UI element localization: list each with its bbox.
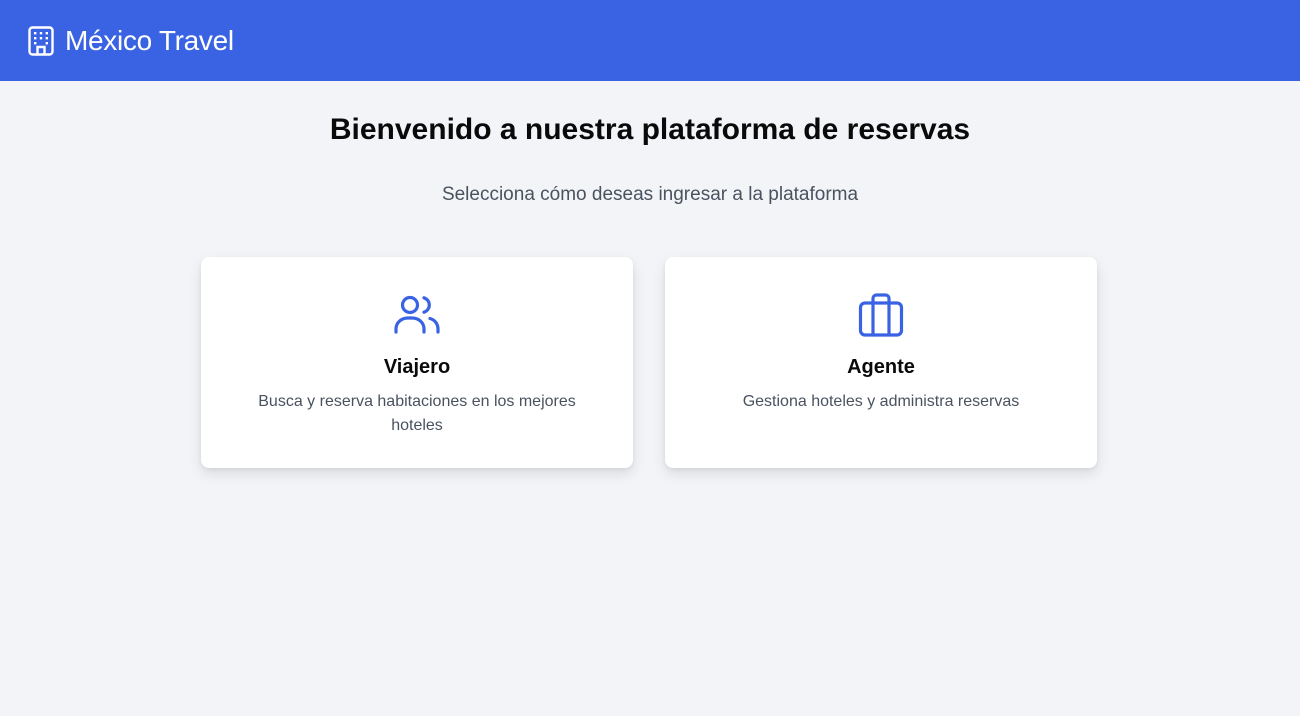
users-icon [394,295,440,334]
agent-option-card[interactable]: Agente Gestiona hoteles y administra res… [665,257,1097,468]
main-content: Bienvenido a nuestra plataforma de reser… [0,81,1300,716]
page-title: Bienvenido a nuestra plataforma de reser… [329,113,971,146]
top-navigation-bar: México Travel [0,0,1300,81]
traveler-card-title: Viajero [383,356,451,378]
traveler-option-card[interactable]: Viajero Busca y reserva habitaciones en … [201,257,633,468]
briefcase-icon [858,293,904,337]
agent-card-description: Gestiona hoteles y administra reservas [742,393,1020,410]
hotel-building-icon [28,25,54,56]
brand-logo-link[interactable]: México Travel [28,25,234,57]
agent-card-title: Agente [847,356,915,378]
traveler-card-description: Busca y reserva habitaciones en los mejo… [258,393,576,434]
page-subtitle: Selecciona cómo deseas ingresar a la pla… [441,184,859,205]
brand-name: México Travel [65,24,234,56]
